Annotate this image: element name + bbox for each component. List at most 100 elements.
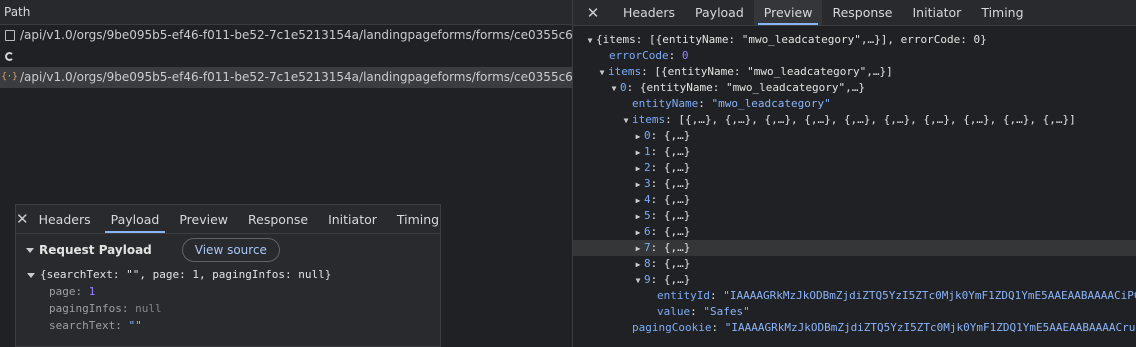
tree-key: 4 xyxy=(644,193,651,206)
close-icon[interactable]: ✕ xyxy=(16,205,29,233)
tree-row-child[interactable]: ▶ 6: {,…} xyxy=(573,224,1136,240)
tree-value: "IAAAAGRkMzJkODBmZjdiZTQ5YzI5ZTc0Mjk0YmF… xyxy=(724,321,1136,334)
tree-key: entityId xyxy=(657,289,710,302)
payload-summary-row[interactable]: {searchText: "", page: 1, pagingInfos: n… xyxy=(26,266,440,283)
tree-row-child[interactable]: ▶ 2: {,…} xyxy=(573,160,1136,176)
payload-field-row: page: 1 xyxy=(26,283,440,300)
collapsed-arrow-icon[interactable]: ▶ xyxy=(632,129,644,145)
tab-response[interactable]: Response xyxy=(822,0,902,25)
root-summary: {items: [{entityName: "mwo_leadcategory"… xyxy=(596,33,987,46)
tree-value: {,…} xyxy=(663,145,691,158)
collapsed-arrow-icon[interactable]: ▶ xyxy=(632,225,644,241)
tree-value: {,…} xyxy=(663,209,691,222)
loading-spinner-icon xyxy=(3,46,16,67)
tab-headers[interactable]: Headers xyxy=(613,0,685,25)
loading-row xyxy=(0,46,572,67)
request-path: /api/v1.0/orgs/9be095b5-ef46-f011-be52-7… xyxy=(20,70,572,84)
expanded-arrow-icon[interactable]: ▼ xyxy=(584,33,596,49)
field-value: "" xyxy=(128,319,142,332)
collapsed-arrow-icon[interactable]: ▶ xyxy=(632,209,644,225)
tree-value: {,…} xyxy=(663,161,691,174)
tab-payload[interactable]: Payload xyxy=(685,0,754,25)
expanded-arrow-icon[interactable]: ▼ xyxy=(608,81,620,97)
expanded-arrow-icon[interactable]: ▼ xyxy=(596,65,608,81)
tree-row-items[interactable]: ▼ items: [{entityName: "mwo_leadcategory"… xyxy=(573,64,1136,80)
tab-timing[interactable]: Timing xyxy=(971,0,1033,25)
tab-initiator[interactable]: Initiator xyxy=(318,205,387,233)
tree-row-child-expanded[interactable]: ▼ 9: {,…} xyxy=(573,272,1136,288)
tree-row-child[interactable]: ▶ 1: {,…} xyxy=(573,144,1136,160)
field-key: pagingInfos xyxy=(49,302,122,315)
payload-panel-tabs: ✕ Headers Payload Preview Response Initi… xyxy=(16,205,440,234)
collapsed-arrow-icon[interactable]: ▶ xyxy=(632,145,644,161)
request-path: /api/v1.0/orgs/9be095b5-ef46-f011-be52-7… xyxy=(20,28,572,42)
tree-row-inner-items[interactable]: ▼ items: [{,…}, {,…}, {,…}, {,…}, {,…}, {… xyxy=(573,112,1136,128)
tree-row-child[interactable]: ▶ 4: {,…} xyxy=(573,192,1136,208)
expanded-arrow-icon[interactable]: ▼ xyxy=(632,273,644,289)
path-column-header[interactable]: Path xyxy=(0,0,572,25)
field-value: null xyxy=(135,302,162,315)
tree-key: 2 xyxy=(644,161,651,174)
tree-key: items xyxy=(608,65,642,78)
tree-value: {,…} xyxy=(663,129,691,142)
collapsed-arrow-icon[interactable]: ▶ xyxy=(632,241,644,257)
tree-row-child[interactable]: ▶ 0: {,…} xyxy=(573,128,1136,144)
tree-key: 5 xyxy=(644,209,651,222)
tree-key: value xyxy=(657,305,691,318)
collapsed-arrow-icon[interactable]: ▶ xyxy=(632,193,644,209)
tree-row-child[interactable]: ▶ 8: {,…} xyxy=(573,256,1136,272)
field-sep: : xyxy=(121,302,136,315)
collapse-arrow-icon[interactable] xyxy=(26,247,34,253)
tree-key: pagingCookie xyxy=(632,321,712,334)
tree-row-child[interactable]: ▶ 5: {,…} xyxy=(573,208,1136,224)
json-tree: ▼ {items: [{entityName: "mwo_leadcategory… xyxy=(573,26,1136,336)
payload-panel: ✕ Headers Payload Preview Response Initi… xyxy=(15,204,441,347)
tab-payload[interactable]: Payload xyxy=(101,205,170,233)
tab-preview[interactable]: Preview xyxy=(753,0,823,25)
document-icon xyxy=(3,25,16,46)
tree-key: 8 xyxy=(644,257,651,270)
tree-root-row[interactable]: ▼ {items: [{entityName: "mwo_leadcategory… xyxy=(573,32,1136,48)
tree-value: {,…} xyxy=(663,225,691,238)
tree-value: [{entityName: "mwo_leadcategory",…}] xyxy=(654,65,893,78)
field-key: page xyxy=(49,285,76,298)
tab-response[interactable]: Response xyxy=(238,205,318,233)
tree-key: 0 xyxy=(644,129,651,142)
tree-key: 6 xyxy=(644,225,651,238)
collapsed-arrow-icon[interactable]: ▶ xyxy=(632,177,644,193)
tree-value: {,…} xyxy=(663,241,691,254)
tree-row-child-hovered[interactable]: ▶ 7: {,…} xyxy=(573,240,1136,256)
payload-field-row: pagingInfos: null xyxy=(26,300,440,317)
tab-initiator[interactable]: Initiator xyxy=(903,0,972,25)
tree-value: {,…} xyxy=(663,273,691,286)
field-sep: : xyxy=(75,285,89,298)
expand-arrow-icon[interactable] xyxy=(27,272,35,278)
request-payload-section-header[interactable]: Request Payload View source xyxy=(16,234,440,266)
tree-row-errorcode: errorCode: 0 xyxy=(609,49,689,62)
collapsed-arrow-icon[interactable]: ▶ xyxy=(632,257,644,273)
expanded-arrow-icon[interactable]: ▼ xyxy=(620,113,632,129)
tree-value: {,…} xyxy=(663,193,691,206)
tree-value: 0 xyxy=(681,49,689,62)
tree-value: [{,…}, {,…}, {,…}, {,…}, {,…}, {,…}, {,…… xyxy=(678,113,1076,126)
tree-key: entityName xyxy=(632,97,699,110)
section-title: Request Payload xyxy=(39,243,152,257)
view-source-button[interactable]: View source xyxy=(181,238,280,262)
tree-key: 9 xyxy=(644,273,651,286)
request-row[interactable]: /api/v1.0/orgs/9be095b5-ef46-f011-be52-7… xyxy=(0,25,572,46)
tree-row-item-0[interactable]: ▼ 0: {entityName: "mwo_leadcategory",…} xyxy=(573,80,1136,96)
tab-timing[interactable]: Timing xyxy=(387,205,449,233)
tree-key: errorCode xyxy=(609,49,669,62)
close-icon[interactable]: ✕ xyxy=(573,0,613,25)
tree-key: items xyxy=(632,113,666,126)
collapsed-arrow-icon[interactable]: ▶ xyxy=(632,161,644,177)
tab-headers[interactable]: Headers xyxy=(29,205,101,233)
field-key: searchText xyxy=(49,319,116,332)
tree-key: 1 xyxy=(644,145,651,158)
tree-row-child[interactable]: ▶ 3: {,…} xyxy=(573,176,1136,192)
field-value: 1 xyxy=(88,285,96,298)
preview-pane-tabs: ✕ Headers Payload Preview Response Initi… xyxy=(573,0,1136,26)
tree-row-entityid: entityId: "IAAAAGRkMzJkODBmZjdiZTQ5YzI5Z… xyxy=(573,288,1136,304)
request-row-selected[interactable]: {·} /api/v1.0/orgs/9be095b5-ef46-f011-be… xyxy=(0,67,572,88)
tab-preview[interactable]: Preview xyxy=(169,205,238,233)
